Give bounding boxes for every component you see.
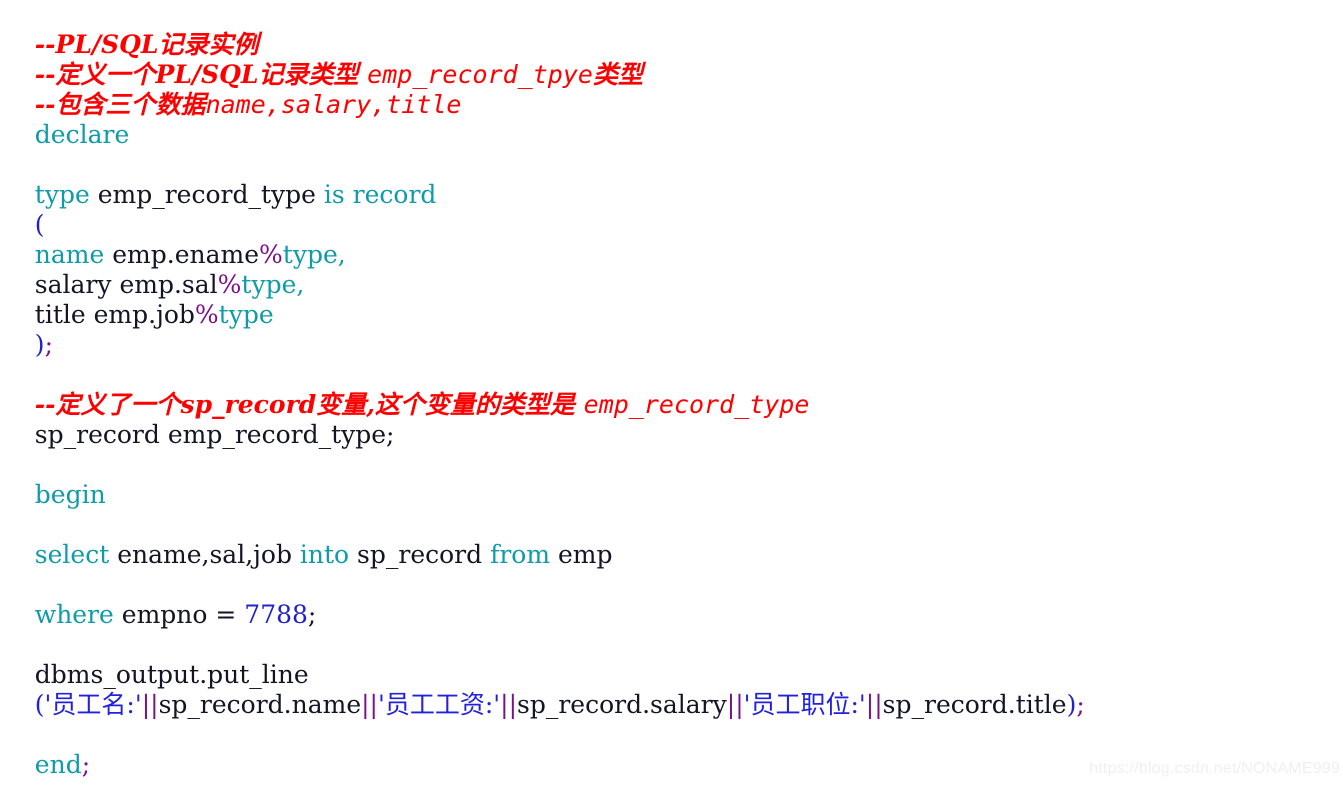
operator-concat: || bbox=[361, 690, 378, 719]
operator-percent: % bbox=[259, 240, 283, 269]
keyword-type-attr: type bbox=[282, 240, 338, 269]
keyword-where: where bbox=[34, 600, 114, 629]
identifier-emp-job: title emp.job bbox=[34, 300, 195, 329]
identifier-sp-record: sp_record bbox=[349, 540, 491, 569]
code-editor-canvas: --PL/SQL记录实例 --定义一个PL/SQL记录类型 emp_record… bbox=[0, 0, 1343, 780]
operator-concat: || bbox=[500, 690, 518, 719]
code-line-begin: begin bbox=[0, 450, 1343, 509]
punctuation-semicolon: ; bbox=[1076, 690, 1085, 719]
comment-text: --定义一个PL/SQL记录类型 emp_record_tpye类型 bbox=[35, 60, 643, 89]
comment-part-cjk-b: 类型 bbox=[592, 60, 643, 89]
identifier-sp-record-decl: sp_record emp_record_type; bbox=[34, 420, 395, 449]
code-line-comment-1: --PL/SQL记录实例 bbox=[0, 0, 1343, 59]
comment-part-mono: name,salary,title bbox=[205, 90, 462, 119]
number-literal-7788: 7788 bbox=[244, 600, 308, 629]
identifier-sp-record-title: sp_record.title bbox=[882, 690, 1067, 719]
keyword-type-attr: type bbox=[218, 300, 274, 329]
keyword-is-record: is record bbox=[323, 180, 437, 209]
keyword-end: end bbox=[34, 750, 82, 779]
comment-part-cjk-a: --定义了一个sp_record变量,这个变量的类型是 bbox=[34, 390, 584, 419]
identifier-empno-predicate: empno = bbox=[113, 600, 245, 629]
comment-part-mono: emp_record_tpye bbox=[367, 60, 593, 89]
identifier-emp-record-type: emp_record_type bbox=[89, 180, 324, 209]
keyword-into: into bbox=[299, 540, 350, 569]
identifier-table-emp: emp bbox=[550, 540, 613, 569]
operator-concat: || bbox=[141, 690, 159, 719]
identifier-sp-record-name: sp_record.name bbox=[158, 690, 362, 719]
code-line-dbms-output: dbms_output.put_line bbox=[0, 630, 1343, 689]
punctuation-semicolon: ; bbox=[307, 600, 317, 629]
operator-concat: || bbox=[726, 690, 744, 719]
keyword-type: type bbox=[34, 180, 90, 209]
keyword-declare: declare bbox=[34, 120, 130, 149]
identifier-emp-sal: salary emp.sal bbox=[34, 270, 218, 299]
punctuation-close-paren: ) bbox=[1066, 690, 1077, 719]
identifier-sp-record-salary: sp_record.salary bbox=[517, 690, 727, 719]
string-literal-employee-name: ('员工名:' bbox=[34, 690, 142, 719]
comment-part-mono: emp_record_type bbox=[583, 390, 810, 419]
comment-text: --定义了一个sp_record变量,这个变量的类型是 emp_record_t… bbox=[35, 390, 810, 419]
identifier-column-list: ename,sal,job bbox=[109, 540, 300, 569]
comment-part-cjk-a: --包含三个数据 bbox=[34, 90, 206, 119]
punctuation-comma: , bbox=[337, 240, 346, 269]
code-line-field-name: name emp.ename%type, bbox=[0, 210, 1343, 269]
comment-text: --包含三个数据name,salary,title bbox=[35, 90, 462, 119]
code-line-where: where empno = 7788; bbox=[0, 570, 1343, 629]
operator-percent: % bbox=[217, 270, 242, 299]
string-literal-employee-salary: '员工工资:' bbox=[377, 690, 501, 719]
watermark-blog-url: https://blog.csdn.net/NONAME999 bbox=[1089, 760, 1340, 777]
code-line-comment-4: --定义了一个sp_record变量,这个变量的类型是 emp_record_t… bbox=[0, 360, 1343, 419]
code-line-end: end; bbox=[0, 720, 1343, 779]
keyword-type-attr: type bbox=[241, 270, 297, 299]
identifier-dbms-output-put-line: dbms_output.put_line bbox=[34, 660, 309, 689]
punctuation-open-paren: ( bbox=[34, 210, 45, 239]
punctuation-close-paren: ) bbox=[34, 330, 45, 359]
code-line-type-decl: type emp_record_type is record bbox=[0, 150, 1343, 209]
identifier-emp-ename: emp.ename bbox=[104, 240, 260, 269]
operator-percent: % bbox=[194, 300, 219, 329]
keyword-select: select bbox=[34, 540, 110, 569]
keyword-from: from bbox=[490, 540, 551, 569]
string-literal-employee-title: '员工职位:' bbox=[743, 690, 866, 719]
punctuation-semicolon: ; bbox=[44, 330, 53, 359]
comment-part-cjk-a: --定义一个PL/SQL记录类型 bbox=[34, 60, 368, 89]
operator-concat: || bbox=[865, 690, 883, 719]
keyword-begin: begin bbox=[34, 480, 106, 509]
code-line-select: select ename,sal,job into sp_record from… bbox=[0, 510, 1343, 569]
keyword-name: name bbox=[34, 240, 105, 269]
punctuation-semicolon: ; bbox=[81, 750, 91, 779]
punctuation-comma: , bbox=[296, 270, 305, 299]
comment-text: --PL/SQL记录实例 bbox=[34, 30, 259, 59]
